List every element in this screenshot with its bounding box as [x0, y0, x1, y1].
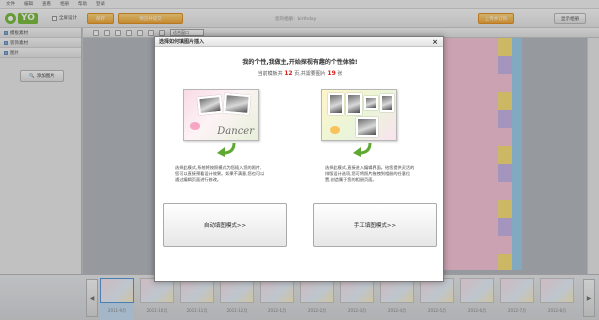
decoration-icon	[190, 122, 200, 130]
auto-card-title: Dancer	[217, 126, 254, 137]
preview-photo	[364, 96, 378, 110]
dialog-summary: 当前模板共 12 页,共需要图片 19 张	[155, 70, 445, 77]
fill-mode-dialog: 选择如何填图片插入 × 我的个性,我做主,开始探视有趣的个性体验! 当前模板共 …	[154, 36, 444, 282]
preview-photo	[346, 93, 362, 115]
dialog-headline: 我的个性,我做主,开始探视有趣的个性体验!	[242, 59, 358, 66]
preview-photo	[356, 117, 378, 137]
decoration-icon	[330, 126, 340, 134]
page-count: 12	[284, 70, 293, 77]
summary-suffix: 张	[337, 71, 343, 77]
summary-mid: 页,共需要图片	[294, 71, 326, 77]
curved-arrow-icon	[217, 142, 236, 157]
auto-mode-preview: Dancer	[183, 89, 259, 141]
manual-fill-mode-button[interactable]: 手工填图模式>>	[313, 203, 437, 247]
preview-photo	[328, 93, 344, 115]
manual-mode-preview	[321, 89, 397, 141]
auto-fill-mode-label: 自动填图模式>>	[203, 223, 247, 229]
photo-count: 19	[327, 70, 336, 77]
curved-arrow-icon	[353, 142, 372, 157]
preview-photo	[380, 94, 394, 112]
dialog-titlebar: 选择如何填图片插入 ×	[155, 37, 443, 47]
summary-prefix: 当前模板共	[257, 71, 283, 77]
auto-fill-mode-button[interactable]: 自动填图模式>>	[163, 203, 287, 247]
preview-photo	[223, 92, 251, 116]
close-icon[interactable]: ×	[432, 37, 438, 47]
preview-photo	[197, 94, 223, 116]
manual-fill-mode-label: 手工填图模式>>	[353, 223, 397, 229]
dialog-title: 选择如何填图片插入	[159, 39, 205, 45]
manual-mode-description: 选择此模式,直接进入编辑界面。给您提供灵活的排版设计选项,您可将照片拖拽到相册的…	[325, 165, 415, 182]
auto-mode-description: 选择此模式,系统将按照模式为您插入您的照片,您可以直接预看设计效果。如果不满意,…	[175, 165, 265, 182]
